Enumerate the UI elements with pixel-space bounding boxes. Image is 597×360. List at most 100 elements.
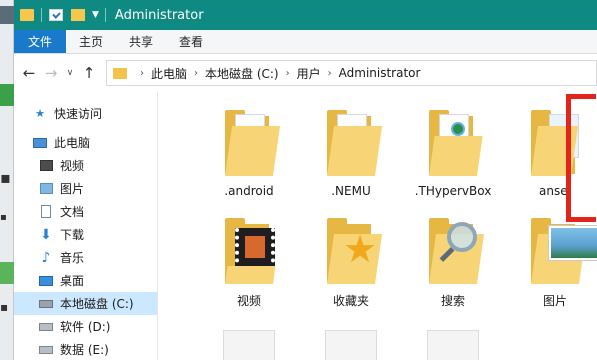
file-placeholder[interactable] [325,330,377,360]
nav-item-label: 快速访问 [54,107,103,121]
video-icon [38,159,54,173]
folder-icon [323,104,383,178]
window-title: Administrator [114,7,204,23]
explorer-body: ★ 快速访问 此电脑 视频 图片 文档 ⬇ 下载 ♪ 音乐 桌面 本地磁盘 (C… [14,92,597,360]
music-icon: ♪ [41,249,51,266]
download-icon: ⬇ [40,226,52,243]
nav-item-label: 本地磁盘 (C:) [60,297,134,311]
quick-access-toolbar: ▼ [14,0,109,30]
chevron-down-icon[interactable]: ▼ [92,10,99,20]
file-name: 收藏夹 [332,294,369,308]
chevron-down-icon[interactable]: ∨ [62,68,78,78]
file-placeholder[interactable] [427,330,479,360]
nav-item-downloads[interactable]: ⬇ 下载 [14,223,157,246]
background-window-glyph: ▪ [0,300,9,314]
nav-item-label: 视频 [60,159,85,173]
ribbon-tabs: 文件 主页 共享 查看 [14,30,597,54]
tab-share[interactable]: 共享 [116,30,166,53]
file-item[interactable]: .android [198,96,300,204]
drive-icon [38,297,54,311]
title-bar: ▼ Administrator [14,0,597,30]
up-arrow-icon[interactable]: ↑ [78,64,100,82]
forward-arrow-icon[interactable]: → [40,64,62,82]
folder-star-icon: ★ [323,212,383,286]
file-name: .android [224,184,274,198]
nav-item-label: 软件 (D:) [60,320,111,334]
nav-item-label: 数据 (E:) [60,343,109,357]
breadcrumb-local-disk[interactable]: 本地磁盘 (C:) [205,65,279,82]
nav-item-label: 文档 [60,205,85,219]
file-grid: .android .NEMU .THypervBox ansel 视频 ★ 收藏… [198,96,597,312]
file-item[interactable]: .THypervBox [402,96,504,204]
file-item[interactable]: 搜索 [402,204,504,312]
address-bar[interactable]: › 此电脑 › 本地磁盘 (C:) › 用户 › Administrator [106,60,597,86]
file-item[interactable]: .NEMU [300,96,402,204]
computer-icon [32,136,48,150]
file-name: 搜索 [440,294,465,308]
breadcrumb: › 此电脑 › 本地磁盘 (C:) › 用户 › Administrator [133,65,420,82]
nav-item-quick-access[interactable]: ★ 快速访问 [14,102,157,125]
nav-item-this-pc[interactable]: 此电脑 [14,131,157,154]
nav-item-software-d[interactable]: 软件 (D:) [14,315,157,338]
nav-item-label: 图片 [60,182,85,196]
breadcrumb-this-pc[interactable]: 此电脑 [151,65,187,82]
background-window-edge: ▪ ▪ ▪ [0,0,14,360]
nav-item-label: 音乐 [60,251,85,265]
folder-icon [113,67,127,79]
folder-picture-icon [527,212,597,286]
background-window-glyph [0,84,14,106]
folder-search-icon [425,212,485,286]
nav-item-pictures[interactable]: 图片 [14,177,157,200]
background-window-glyph [0,6,14,24]
file-item[interactable]: ★ 收藏夹 [300,204,402,312]
file-list-pane: .android .NEMU .THypervBox ansel 视频 ★ 收藏… [158,92,597,360]
properties-icon[interactable] [49,9,63,21]
toolbar-separator [41,8,42,22]
drive-icon [38,320,54,334]
breadcrumb-users[interactable]: 用户 [297,65,321,82]
picture-icon [38,182,54,196]
folder-icon [221,104,281,178]
desktop-icon [38,274,54,288]
nav-item-label: 此电脑 [54,136,91,150]
document-icon [38,205,54,219]
background-window-glyph: ▪ [0,168,11,187]
navigation-pane: ★ 快速访问 此电脑 视频 图片 文档 ⬇ 下载 ♪ 音乐 桌面 本地磁盘 (C… [14,92,158,360]
nav-item-label: 桌面 [60,274,85,288]
star-icon: ★ [35,107,45,120]
new-folder-icon[interactable] [71,9,85,21]
background-window-glyph: ▪ [0,212,7,223]
nav-item-documents[interactable]: 文档 [14,200,157,223]
chevron-right-icon[interactable]: › [194,68,198,79]
annotation-highlight-box [566,94,596,222]
tab-view[interactable]: 查看 [166,30,216,53]
nav-item-local-disk-c[interactable]: 本地磁盘 (C:) [14,292,157,315]
background-window-glyph [0,262,14,284]
nav-item-videos[interactable]: 视频 [14,154,157,177]
file-name: 视频 [236,294,261,308]
chevron-right-icon[interactable]: › [286,68,290,79]
toolbar-separator [104,8,106,22]
navigation-bar: ← → ∨ ↑ › 此电脑 › 本地磁盘 (C:) › 用户 › Adminis… [14,54,597,92]
breadcrumb-administrator[interactable]: Administrator [339,66,421,80]
file-placeholder[interactable] [223,330,275,360]
nav-item-music[interactable]: ♪ 音乐 [14,246,157,269]
chevron-right-icon[interactable]: › [328,68,332,79]
explorer-window: ▼ Administrator 文件 主页 共享 查看 ← → ∨ ↑ › 此电… [14,0,597,360]
folder-icon[interactable] [20,9,34,21]
file-name: .THypervBox [414,184,492,198]
drive-icon [38,343,54,357]
file-name: .NEMU [331,184,371,198]
folder-document-icon [425,104,483,178]
nav-item-desktop[interactable]: 桌面 [14,269,157,292]
chevron-right-icon[interactable]: › [140,68,144,79]
tab-home[interactable]: 主页 [66,30,116,53]
back-arrow-icon[interactable]: ← [18,64,40,82]
nav-item-label: 下载 [60,228,85,242]
file-item[interactable]: 视频 [198,204,300,312]
nav-item-data-e[interactable]: 数据 (E:) [14,338,157,360]
folder-video-icon [221,212,277,286]
tab-file[interactable]: 文件 [14,30,67,53]
file-name: 图片 [542,294,567,308]
partial-row [198,330,504,360]
